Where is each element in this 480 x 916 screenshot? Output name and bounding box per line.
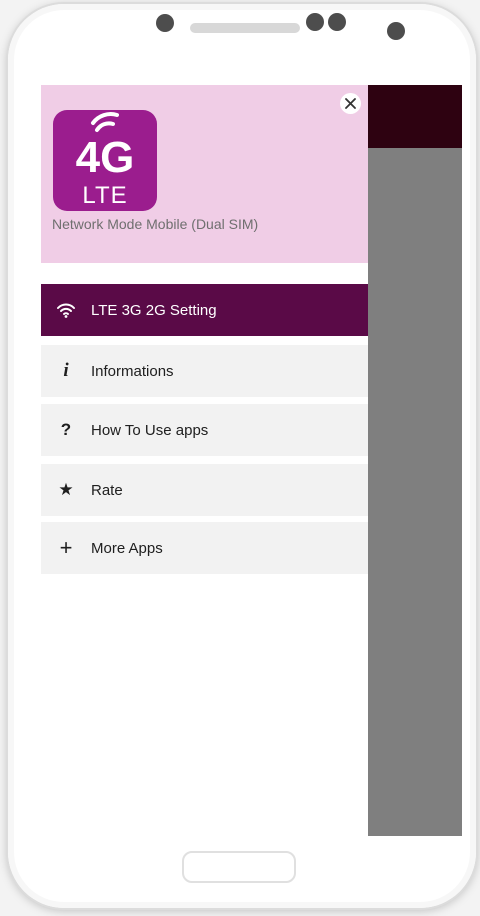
app-toolbar (368, 85, 462, 148)
wifi-icon (41, 302, 91, 318)
home-button[interactable] (182, 851, 296, 883)
close-drawer-button[interactable] (340, 93, 361, 114)
rear-sensor (387, 22, 405, 40)
drawer-item-label: How To Use apps (91, 421, 209, 439)
app-subtitle: Network Mode Mobile (Dual SIM) (52, 216, 259, 232)
info-icon: i (63, 360, 69, 381)
sensor-left (306, 13, 324, 31)
plus-icon: + (59, 535, 73, 560)
logo-big-text: 4G (76, 133, 135, 182)
logo-small-text: LTE (82, 182, 127, 209)
drawer-item-label: LTE 3G 2G Setting (91, 301, 217, 319)
close-icon (345, 98, 356, 109)
earpiece-speaker (190, 23, 300, 33)
drawer-item-how-to-use[interactable]: ? How To Use apps (41, 404, 368, 456)
navigation-drawer: 4G LTE Network Mode Mobile (Dual SIM) LT… (41, 85, 368, 836)
drawer-item-label: Informations (91, 362, 174, 380)
drawer-item-more-apps[interactable]: + More Apps (41, 522, 368, 574)
front-camera (156, 14, 174, 32)
question-icon: ? (60, 420, 72, 439)
sensor-right (328, 13, 346, 31)
drawer-item-informations[interactable]: i Informations (41, 345, 368, 397)
drawer-item-label: More Apps (91, 539, 163, 557)
star-icon: ★ (58, 480, 74, 499)
screen: 4G LTE Network Mode Mobile (Dual SIM) LT… (41, 85, 462, 836)
drawer-item-label: Rate (91, 481, 123, 499)
drawer-item-rate[interactable]: ★ Rate (41, 464, 368, 516)
phone-frame: 4G LTE Network Mode Mobile (Dual SIM) LT… (8, 4, 476, 908)
drawer-item-lte-setting[interactable]: LTE 3G 2G Setting (41, 284, 368, 336)
drawer-header: 4G LTE Network Mode Mobile (Dual SIM) (41, 85, 368, 263)
logo-graphic: 4G LTE (76, 112, 135, 209)
app-logo: 4G LTE (53, 110, 157, 211)
